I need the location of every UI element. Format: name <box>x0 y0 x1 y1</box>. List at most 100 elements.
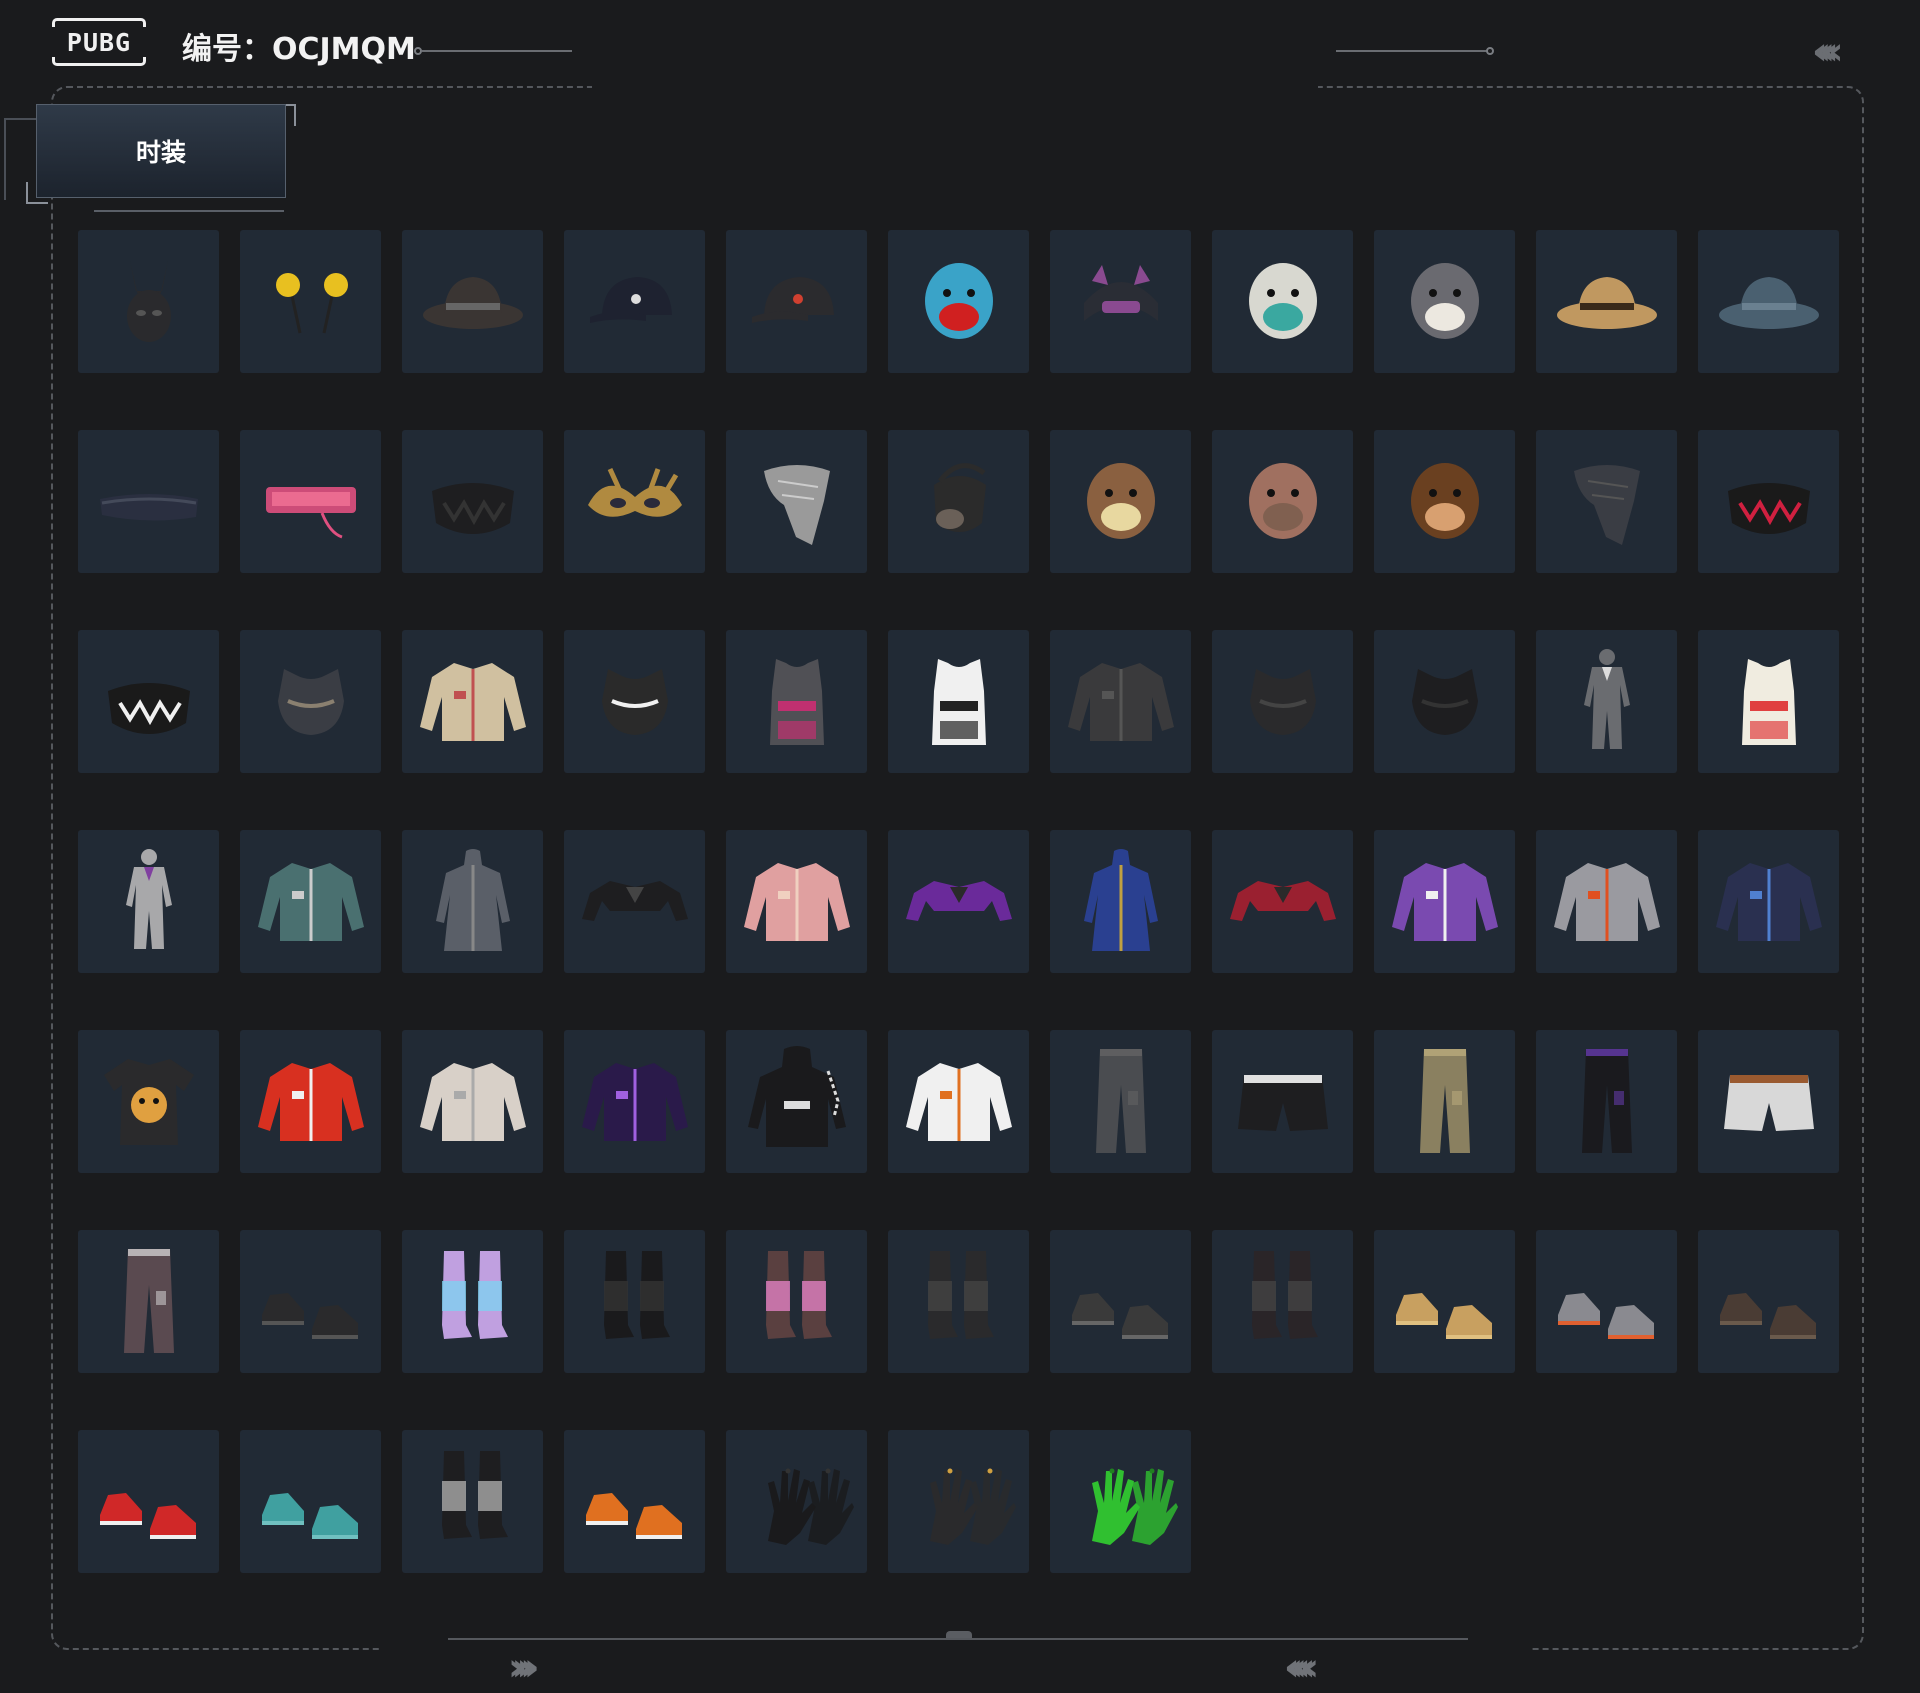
hooded-coat-icon <box>414 841 532 963</box>
item-tile[interactable] <box>726 1030 867 1173</box>
item-tile[interactable] <box>78 1030 219 1173</box>
item-tile[interactable] <box>1374 830 1515 973</box>
bottom-handle[interactable] <box>946 1631 972 1638</box>
item-tile[interactable] <box>1374 630 1515 773</box>
item-tile[interactable] <box>1536 830 1677 973</box>
item-tile[interactable] <box>564 1230 705 1373</box>
item-tile[interactable] <box>1536 430 1677 573</box>
item-tile[interactable] <box>240 430 381 573</box>
item-tile[interactable] <box>240 630 381 773</box>
item-tile[interactable] <box>402 630 543 773</box>
item-tile[interactable] <box>564 1430 705 1573</box>
frame-gap-bottom-left <box>380 1644 1532 1656</box>
item-tile[interactable] <box>726 430 867 573</box>
item-tile[interactable] <box>402 1030 543 1173</box>
tan-boots-icon <box>1386 1241 1504 1363</box>
item-tile[interactable] <box>564 430 705 573</box>
item-tile[interactable] <box>240 1430 381 1573</box>
item-tile[interactable] <box>1050 830 1191 973</box>
camo-pants-icon <box>1386 1041 1504 1163</box>
item-tile[interactable] <box>888 430 1029 573</box>
bald-head-icon <box>1224 441 1342 563</box>
thigh-boots-icon <box>576 1241 694 1363</box>
item-tile[interactable] <box>1050 630 1191 773</box>
item-tile[interactable] <box>726 830 867 973</box>
monkey-mask-icon <box>1386 441 1504 563</box>
bottom-chevrons-right-icon: ›› ››› <box>508 1645 539 1689</box>
black-shorts-icon <box>1224 1041 1342 1163</box>
item-tile[interactable] <box>726 630 867 773</box>
item-tile[interactable] <box>1212 830 1353 973</box>
item-tile[interactable] <box>402 1230 543 1373</box>
item-tile[interactable] <box>726 1230 867 1373</box>
item-tile[interactable] <box>1374 1030 1515 1173</box>
tactical-top-icon <box>252 641 370 763</box>
item-tile[interactable] <box>1212 630 1353 773</box>
item-tile[interactable] <box>1050 1230 1191 1373</box>
header-line-dot-left <box>414 47 422 55</box>
item-tile[interactable] <box>564 630 705 773</box>
cat-ear-headset-icon <box>1062 241 1180 363</box>
item-tile[interactable] <box>1536 630 1677 773</box>
item-tile[interactable] <box>1536 1030 1677 1173</box>
item-tile[interactable] <box>888 630 1029 773</box>
grey-jeans-icon <box>1062 1041 1180 1163</box>
item-tile[interactable] <box>1212 1230 1353 1373</box>
item-tile[interactable] <box>402 230 543 373</box>
item-tile[interactable] <box>1698 230 1839 373</box>
item-tile[interactable] <box>1374 230 1515 373</box>
item-tile[interactable] <box>78 430 219 573</box>
item-tile[interactable] <box>1536 1230 1677 1373</box>
purple-crop-icon <box>900 841 1018 963</box>
visor-icon <box>90 441 208 563</box>
item-tile[interactable] <box>240 1030 381 1173</box>
dino-head-icon <box>900 241 1018 363</box>
item-tile[interactable] <box>402 1430 543 1573</box>
leather-top-icon <box>1224 641 1342 763</box>
item-tile[interactable] <box>888 1430 1029 1573</box>
item-tile[interactable] <box>1374 430 1515 573</box>
item-tile[interactable] <box>564 1030 705 1173</box>
item-tile[interactable] <box>1698 430 1839 573</box>
white-shorts-icon <box>1710 1041 1828 1163</box>
item-tile[interactable] <box>726 1430 867 1573</box>
blue-coat-icon <box>1062 841 1180 963</box>
item-tile[interactable] <box>240 230 381 373</box>
item-tile[interactable] <box>1212 430 1353 573</box>
item-tile[interactable] <box>1374 1230 1515 1373</box>
item-tile[interactable] <box>1698 1230 1839 1373</box>
item-tile[interactable] <box>240 830 381 973</box>
red-crop-icon <box>1224 841 1342 963</box>
item-tile[interactable] <box>78 230 219 373</box>
item-tile[interactable] <box>888 230 1029 373</box>
black-shoes-icon <box>252 1241 370 1363</box>
gold-claw-gloves-icon <box>900 1441 1018 1563</box>
item-tile[interactable] <box>78 1230 219 1373</box>
item-tile[interactable] <box>1212 1030 1353 1173</box>
item-tile[interactable] <box>726 230 867 373</box>
hawaiian-shirt-icon <box>252 841 370 963</box>
item-tile[interactable] <box>1050 1430 1191 1573</box>
item-tile[interactable] <box>1698 630 1839 773</box>
item-tile[interactable] <box>564 230 705 373</box>
gas-respirator-icon <box>900 441 1018 563</box>
item-tile[interactable] <box>564 830 705 973</box>
item-tile[interactable] <box>1050 430 1191 573</box>
item-tile[interactable] <box>78 830 219 973</box>
item-tile[interactable] <box>78 630 219 773</box>
item-tile[interactable] <box>1698 830 1839 973</box>
item-tile[interactable] <box>402 430 543 573</box>
item-tile[interactable] <box>888 1230 1029 1373</box>
item-tile[interactable] <box>1536 230 1677 373</box>
item-tile[interactable] <box>240 1230 381 1373</box>
item-tile[interactable] <box>1212 230 1353 373</box>
rainbow-legwarmers-icon <box>414 1241 532 1363</box>
item-tile[interactable] <box>1050 1030 1191 1173</box>
item-tile[interactable] <box>1050 230 1191 373</box>
item-tile[interactable] <box>1698 1030 1839 1173</box>
tab-fashion[interactable]: 时装 <box>36 104 286 198</box>
item-tile[interactable] <box>78 1430 219 1573</box>
item-tile[interactable] <box>402 830 543 973</box>
item-tile[interactable] <box>888 830 1029 973</box>
item-tile[interactable] <box>888 1030 1029 1173</box>
